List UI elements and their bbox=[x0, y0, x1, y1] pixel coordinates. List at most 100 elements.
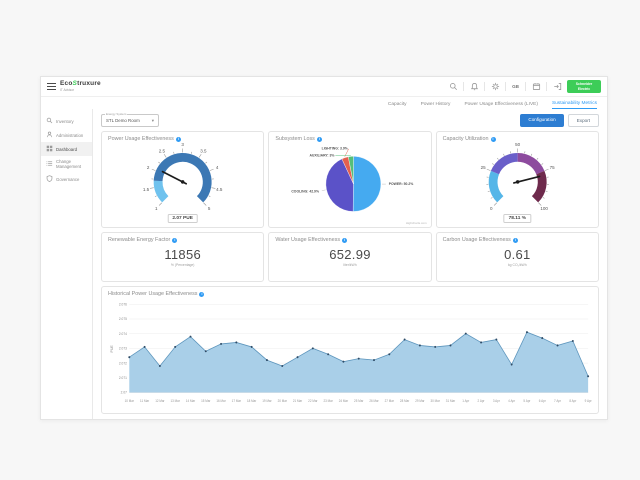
info-icon[interactable]: i bbox=[199, 292, 204, 297]
sidebar-item-label: Administration bbox=[56, 133, 83, 138]
svg-text:26 Mar: 26 Mar bbox=[369, 399, 378, 403]
svg-text:LIGHTING: 3.9%: LIGHTING: 3.9% bbox=[322, 147, 348, 151]
svg-text:3 Apr: 3 Apr bbox=[493, 399, 500, 403]
calendar-icon[interactable] bbox=[530, 81, 542, 93]
brand-subtitle: IT Advisor bbox=[60, 89, 101, 92]
brand-name: EcoStruxure bbox=[60, 81, 101, 88]
sidebar-item-dashboard[interactable]: Dashboard bbox=[41, 142, 92, 156]
svg-text:21 Mar: 21 Mar bbox=[293, 399, 302, 403]
settings-gear-icon[interactable] bbox=[489, 81, 501, 93]
app-header: EcoStruxure IT Advisor GB bbox=[41, 77, 607, 97]
svg-text:2.07: 2.07 bbox=[121, 391, 127, 395]
search-icon[interactable] bbox=[447, 81, 459, 93]
search-icon bbox=[46, 117, 53, 125]
svg-text:POWER: 50.2%: POWER: 50.2% bbox=[389, 182, 414, 186]
info-icon[interactable]: i bbox=[317, 137, 322, 142]
svg-text:5: 5 bbox=[208, 206, 211, 211]
svg-text:29 Mar: 29 Mar bbox=[415, 399, 424, 403]
logout-icon[interactable] bbox=[551, 81, 563, 93]
svg-text:25: 25 bbox=[480, 165, 486, 170]
sidebar-item-administration[interactable]: Administration bbox=[41, 128, 92, 142]
language-button[interactable]: GB bbox=[510, 84, 521, 89]
carbon-value: 0.61 bbox=[443, 247, 592, 262]
tab-power-usage-effectiveness-live[interactable]: Power Usage Effectiveness (LIVE) bbox=[464, 102, 538, 110]
svg-text:30 Mar: 30 Mar bbox=[431, 399, 440, 403]
svg-text:16 Mar: 16 Mar bbox=[216, 399, 225, 403]
info-icon[interactable]: i bbox=[342, 238, 347, 243]
card-subsystem-loss: Subsystem Loss i POWER: 50.2%COOLING: 42… bbox=[268, 131, 431, 228]
svg-text:2: 2 bbox=[147, 165, 150, 170]
water-unit: liter/kWh bbox=[275, 263, 424, 267]
svg-text:12 Mar: 12 Mar bbox=[155, 399, 164, 403]
svg-text:15 Mar: 15 Mar bbox=[201, 399, 210, 403]
svg-text:19 Mar: 19 Mar bbox=[262, 399, 271, 403]
vendor-button[interactable]: Schneider Electric bbox=[567, 80, 601, 93]
svg-text:50: 50 bbox=[515, 142, 521, 147]
sidebar: Inventory Administration Dashboard Change M… bbox=[41, 109, 93, 419]
sidebar-item-change-management[interactable]: Change Management bbox=[41, 156, 92, 172]
sidebar-item-inventory[interactable]: Inventory bbox=[41, 114, 92, 128]
svg-text:2.071: 2.071 bbox=[119, 376, 127, 380]
subsystem-loss-pie: POWER: 50.2%COOLING: 42.9%LIGHTING: 3.9%… bbox=[275, 142, 424, 227]
shield-icon bbox=[46, 175, 53, 183]
svg-text:23 Mar: 23 Mar bbox=[323, 399, 332, 403]
svg-text:4: 4 bbox=[216, 165, 219, 170]
card-carbon-usage-effectiveness: Carbon Usage Effectiveness i 0.61 kg CO₂… bbox=[436, 232, 599, 282]
brand-logo: EcoStruxure IT Advisor bbox=[60, 81, 101, 92]
chart-watermark: Highcharts.com bbox=[406, 221, 427, 225]
svg-text:75: 75 bbox=[549, 165, 555, 170]
divider bbox=[505, 82, 506, 91]
svg-text:3: 3 bbox=[181, 142, 184, 147]
hamburger-menu-icon[interactable] bbox=[47, 82, 56, 92]
svg-text:AUXILIARY: 3%: AUXILIARY: 3% bbox=[310, 153, 335, 157]
svg-text:27 Mar: 27 Mar bbox=[385, 399, 394, 403]
svg-text:20 Mar: 20 Mar bbox=[278, 399, 287, 403]
svg-text:2.076: 2.076 bbox=[119, 302, 127, 306]
list-icon bbox=[46, 160, 53, 168]
info-icon[interactable]: i bbox=[172, 238, 177, 243]
svg-text:18 Mar: 18 Mar bbox=[247, 399, 256, 403]
card-renewable-energy-factor: Renewable Energy Factor i 11856 % (Perce… bbox=[101, 232, 264, 282]
sidebar-item-governance[interactable]: Governance bbox=[41, 172, 92, 186]
svg-text:25 Mar: 25 Mar bbox=[354, 399, 363, 403]
svg-text:14 Mar: 14 Mar bbox=[186, 399, 195, 403]
pue-value-badge: 2.07 PUE bbox=[167, 214, 198, 223]
svg-text:6 Apr: 6 Apr bbox=[539, 399, 546, 403]
sidebar-item-label: Dashboard bbox=[56, 147, 77, 152]
card-capacity-utilization: Capacity Utilization i 0255075100 78.11 … bbox=[436, 131, 599, 228]
info-icon[interactable]: i bbox=[491, 137, 496, 142]
toolbar-row: Energy System STL Demo Room ▾ Configurat… bbox=[101, 114, 599, 127]
info-icon[interactable]: i bbox=[513, 238, 518, 243]
svg-text:100: 100 bbox=[540, 206, 548, 211]
svg-text:2.072: 2.072 bbox=[119, 361, 127, 365]
divider bbox=[463, 82, 464, 91]
card-title: Renewable Energy Factor i bbox=[108, 237, 257, 243]
historical-pue-chart: 2.072.0712.0722.0732.0742.0752.07610 Mar… bbox=[108, 297, 592, 412]
energy-system-select[interactable]: Energy System STL Demo Room ▾ bbox=[101, 114, 159, 127]
header-actions: GB Schneider Electric bbox=[447, 80, 601, 93]
svg-text:5 Apr: 5 Apr bbox=[523, 399, 530, 403]
svg-text:17 Mar: 17 Mar bbox=[232, 399, 241, 403]
svg-text:2.075: 2.075 bbox=[119, 317, 127, 321]
user-icon bbox=[46, 131, 53, 139]
svg-text:22 Mar: 22 Mar bbox=[308, 399, 317, 403]
tab-sustainability-metrics[interactable]: Sustainability Metrics bbox=[552, 101, 597, 110]
svg-text:2 Apr: 2 Apr bbox=[478, 399, 485, 403]
card-historical-pue: Historical Power Usage Effectiveness i 2… bbox=[101, 286, 599, 414]
tab-power-history[interactable]: Power History bbox=[421, 102, 451, 110]
sidebar-item-label: Inventory bbox=[56, 119, 74, 124]
card-title: Water Usage Effectiveness i bbox=[275, 237, 424, 243]
capacity-value-badge: 78.11 % bbox=[504, 214, 531, 223]
configuration-button[interactable]: Configuration bbox=[520, 114, 563, 127]
tab-capacity[interactable]: Capacity bbox=[388, 102, 407, 110]
app-window: EcoStruxure IT Advisor GB bbox=[40, 76, 608, 420]
svg-text:2.073: 2.073 bbox=[119, 347, 127, 351]
sidebar-item-label: Change Management bbox=[56, 159, 92, 169]
info-icon[interactable]: i bbox=[176, 137, 181, 142]
card-water-usage-effectiveness: Water Usage Effectiveness i 652.99 liter… bbox=[268, 232, 431, 282]
export-button[interactable]: Export bbox=[568, 114, 599, 127]
svg-text:3.5: 3.5 bbox=[200, 148, 207, 153]
svg-text:8 Apr: 8 Apr bbox=[569, 399, 576, 403]
renewable-value: 11856 bbox=[108, 247, 257, 262]
notifications-bell-icon[interactable] bbox=[468, 81, 480, 93]
